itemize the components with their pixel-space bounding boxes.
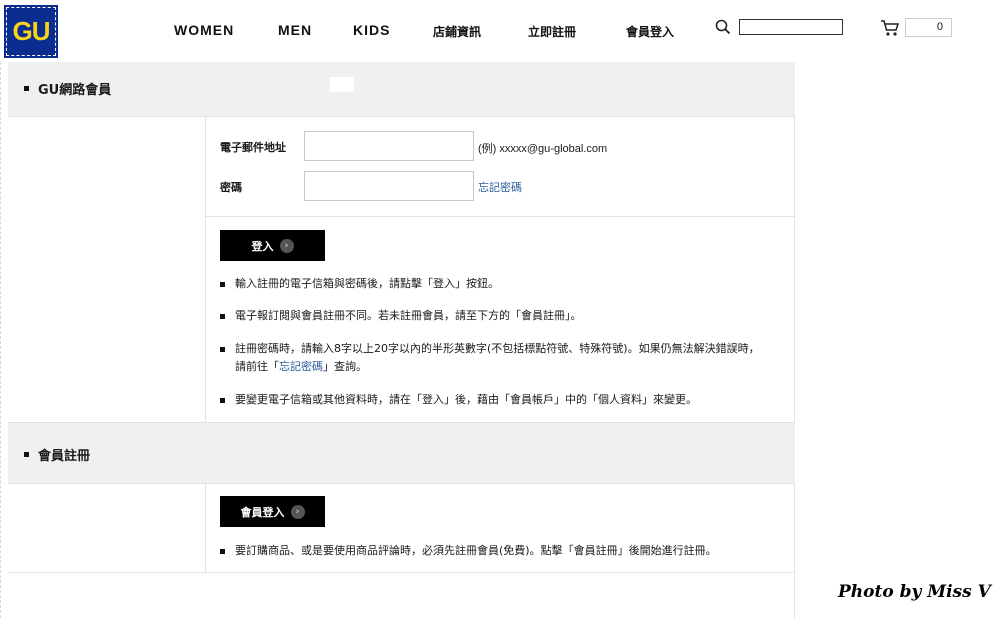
login-left-column [8, 117, 206, 422]
forgot-password-inline-link[interactable]: 忘記密碼 [279, 360, 323, 373]
register-right-border [794, 484, 795, 618]
password-label: 密碼 [220, 181, 242, 194]
email-example: (例) xxxxx@gu-global.com [478, 143, 608, 155]
password-field[interactable] [304, 171, 474, 201]
gu-logo[interactable]: GU [4, 5, 58, 58]
list-item: 電子報訂閱與會員註冊不同。若未註冊會員，請至下方的「會員註冊」。 [220, 307, 780, 325]
nav-store-info[interactable]: 店鋪資訊 [433, 23, 481, 40]
bullet-square [220, 314, 225, 319]
login-section-header: GU網路會員 [8, 62, 795, 117]
cart-count[interactable]: 0 [905, 18, 952, 37]
nav-register[interactable]: 立即註冊 [528, 23, 576, 40]
site-header: GU WOMEN MEN KIDS 店鋪資訊 立即註冊 會員登入 0 [0, 0, 1000, 62]
divider [206, 216, 795, 217]
bullet-square [220, 398, 225, 403]
bullet-square [24, 86, 29, 91]
arrow-right-icon: › [290, 504, 305, 519]
nav-women[interactable]: WOMEN [174, 22, 234, 38]
page-edge [0, 62, 2, 618]
member-login-button[interactable]: 會員登入 › [220, 496, 325, 527]
register-section-header: 會員註冊 [8, 422, 795, 484]
list-item: 輸入註冊的電子信箱與密碼後，請點擊「登入」按鈕。 [220, 275, 780, 293]
search-icon[interactable] [715, 19, 731, 35]
email-label: 電子郵件地址 [220, 141, 286, 154]
nav-kids[interactable]: KIDS [353, 22, 390, 38]
nav-men[interactable]: MEN [278, 22, 312, 38]
email-field[interactable] [304, 131, 474, 161]
login-section-title: GU網路會員 [24, 79, 111, 98]
bullet-square [24, 452, 29, 457]
divider [8, 572, 795, 573]
register-left-column [8, 484, 206, 572]
login-right-border [794, 117, 795, 422]
nav-login[interactable]: 會員登入 [626, 23, 674, 40]
bullet-square [220, 549, 225, 554]
list-item: 要變更電子信箱或其他資料時，請在「登入」後，藉由「會員帳戶」中的「個人資料」來變… [220, 391, 780, 409]
search-input[interactable] [739, 19, 843, 35]
bullet-square [220, 282, 225, 287]
bullet-square [220, 347, 225, 352]
list-item: 註冊密碼時，請輸入8字以上20字以內的半形英數字(不包括標點符號、特殊符號)。如… [220, 340, 780, 376]
photo-watermark: Photo by Miss V [838, 582, 991, 602]
login-button[interactable]: 登入 › [220, 230, 325, 261]
register-section-title: 會員註冊 [24, 445, 90, 464]
tab-placeholder [330, 77, 354, 92]
arrow-right-icon: › [279, 238, 294, 253]
list-item: 要訂購商品、或是要使用商品評論時，必須先註冊會員(免費)。點擊「會員註冊」後開始… [220, 542, 780, 560]
forgot-password-link[interactable]: 忘記密碼 [478, 179, 522, 195]
cart-icon[interactable] [880, 19, 900, 37]
